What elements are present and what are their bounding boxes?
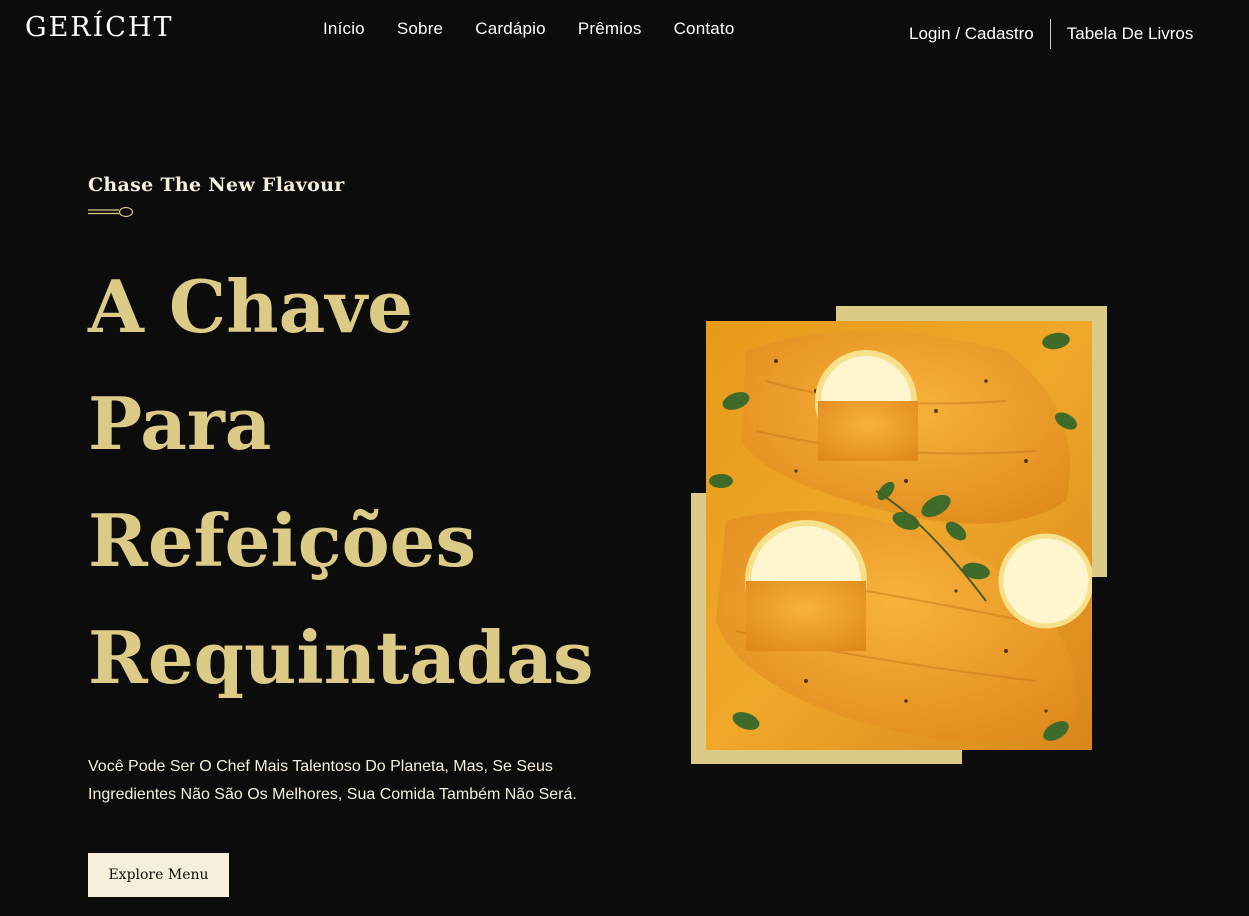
hero-title-line: Requintadas	[88, 615, 594, 700]
navbar: GERÍCHT Início Sobre Cardápio Prêmios Co…	[0, 0, 1249, 62]
nav-links: Início Sobre Cardápio Prêmios Contato	[323, 19, 767, 39]
nav-link-contato[interactable]: Contato	[674, 19, 735, 39]
hero-description: Você Pode Ser O Chef Mais Talentoso Do P…	[88, 758, 577, 803]
nav-divider	[1049, 19, 1051, 49]
nav-link-premios[interactable]: Prêmios	[578, 19, 642, 39]
hero-title-line: Para	[88, 381, 272, 466]
hero-title: A Chave Para Refeições Requintadas	[88, 248, 593, 716]
hero-food-image	[706, 321, 1092, 750]
logo[interactable]: GERÍCHT	[25, 12, 174, 43]
hero-subtitle: Chase The New Flavour	[88, 174, 345, 196]
book-table-link[interactable]: Tabela De Livros	[1067, 24, 1194, 44]
nav-link-cardapio[interactable]: Cardápio	[475, 19, 546, 39]
hero-title-line: Refeições	[88, 498, 476, 583]
salmon-dish-illustration	[706, 321, 1092, 750]
nav-link-sobre[interactable]: Sobre	[397, 19, 443, 39]
explore-menu-button[interactable]: Explore Menu	[88, 853, 229, 897]
spoon-icon	[88, 206, 134, 218]
hero-title-line: A Chave	[88, 264, 413, 349]
nav-link-inicio[interactable]: Início	[323, 19, 365, 39]
nav-login-group: Login / Cadastro Tabela De Livros	[909, 19, 1193, 49]
login-link[interactable]: Login / Cadastro	[909, 24, 1034, 44]
